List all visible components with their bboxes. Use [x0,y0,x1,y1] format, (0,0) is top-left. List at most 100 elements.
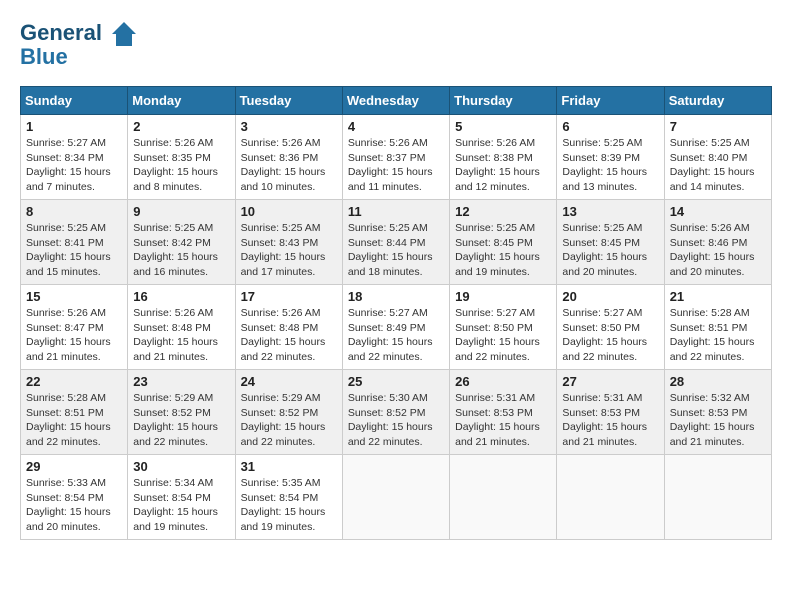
col-header-thursday: Thursday [450,87,557,115]
calendar-cell: 3Sunrise: 5:26 AM Sunset: 8:36 PM Daylig… [235,115,342,200]
calendar-cell: 21 Sunrise: 5:28 AM Sunset: 8:51 PM Dayli… [664,285,771,370]
day-info: Sunrise: 5:31 AM Sunset: 8:53 PM Dayligh… [562,391,658,450]
calendar-cell: 25 Sunrise: 5:30 AM Sunset: 8:52 PM Dayli… [342,370,449,455]
col-header-wednesday: Wednesday [342,87,449,115]
calendar-cell: 14 Sunrise: 5:26 AM Sunset: 8:46 PM Dayli… [664,200,771,285]
col-header-friday: Friday [557,87,664,115]
calendar-cell: 1Sunrise: 5:27 AM Sunset: 8:34 PM Daylig… [21,115,128,200]
day-info: Sunrise: 5:28 AM Sunset: 8:51 PM Dayligh… [670,306,766,365]
col-header-tuesday: Tuesday [235,87,342,115]
day-number: 14 [670,204,766,219]
calendar-cell: 11 Sunrise: 5:25 AM Sunset: 8:44 PM Dayli… [342,200,449,285]
day-info: Sunrise: 5:26 AM Sunset: 8:37 PM Dayligh… [348,136,444,195]
day-info: Sunrise: 5:26 AM Sunset: 8:38 PM Dayligh… [455,136,551,195]
col-header-sunday: Sunday [21,87,128,115]
calendar-cell: 31 Sunrise: 5:35 AM Sunset: 8:54 PM Dayli… [235,455,342,540]
day-info: Sunrise: 5:25 AM Sunset: 8:42 PM Dayligh… [133,221,229,280]
logo-icon [110,20,138,48]
day-number: 28 [670,374,766,389]
day-info: Sunrise: 5:25 AM Sunset: 8:40 PM Dayligh… [670,136,766,195]
calendar-cell: 12 Sunrise: 5:25 AM Sunset: 8:45 PM Dayli… [450,200,557,285]
day-number: 2 [133,119,229,134]
calendar-cell: 2 Sunrise: 5:26 AM Sunset: 8:35 PM Daylig… [128,115,235,200]
calendar-cell [450,455,557,540]
day-info: Sunrise: 5:25 AM Sunset: 8:39 PM Dayligh… [562,136,658,195]
day-number: 6 [562,119,658,134]
day-info: Sunrise: 5:26 AM Sunset: 8:46 PM Dayligh… [670,221,766,280]
calendar-cell [664,455,771,540]
calendar-cell: 23 Sunrise: 5:29 AM Sunset: 8:52 PM Dayli… [128,370,235,455]
day-number: 31 [241,459,337,474]
day-info: Sunrise: 5:33 AM Sunset: 8:54 PM Dayligh… [26,476,122,535]
day-number: 24 [241,374,337,389]
calendar-cell: 5 Sunrise: 5:26 AM Sunset: 8:38 PM Daylig… [450,115,557,200]
week-row-3: 15 Sunrise: 5:26 AM Sunset: 8:47 PM Dayli… [21,285,772,370]
day-info: Sunrise: 5:34 AM Sunset: 8:54 PM Dayligh… [133,476,229,535]
calendar-cell: 13 Sunrise: 5:25 AM Sunset: 8:45 PM Dayli… [557,200,664,285]
day-number: 20 [562,289,658,304]
calendar-cell: 26 Sunrise: 5:31 AM Sunset: 8:53 PM Dayli… [450,370,557,455]
day-number: 10 [241,204,337,219]
week-row-5: 29 Sunrise: 5:33 AM Sunset: 8:54 PM Dayli… [21,455,772,540]
calendar-cell: 18 Sunrise: 5:27 AM Sunset: 8:49 PM Dayli… [342,285,449,370]
day-info: Sunrise: 5:26 AM Sunset: 8:35 PM Dayligh… [133,136,229,195]
day-number: 8 [26,204,122,219]
calendar-cell: 28 Sunrise: 5:32 AM Sunset: 8:53 PM Dayli… [664,370,771,455]
day-number: 13 [562,204,658,219]
calendar-cell: 8 Sunrise: 5:25 AM Sunset: 8:41 PM Daylig… [21,200,128,285]
day-number: 23 [133,374,229,389]
day-info: Sunrise: 5:27 AM Sunset: 8:49 PM Dayligh… [348,306,444,365]
calendar-cell: 20 Sunrise: 5:27 AM Sunset: 8:50 PM Dayli… [557,285,664,370]
day-number: 5 [455,119,551,134]
day-number: 15 [26,289,122,304]
day-number: 18 [348,289,444,304]
logo: General Blue [20,20,138,70]
day-number: 25 [348,374,444,389]
day-number: 26 [455,374,551,389]
calendar-cell: 15 Sunrise: 5:26 AM Sunset: 8:47 PM Dayli… [21,285,128,370]
day-number: 17 [241,289,337,304]
day-number: 29 [26,459,122,474]
day-info: Sunrise: 5:26 AM Sunset: 8:36 PM Dayligh… [241,136,337,195]
day-info: Sunrise: 5:32 AM Sunset: 8:53 PM Dayligh… [670,391,766,450]
day-number: 4 [348,119,444,134]
day-info: Sunrise: 5:25 AM Sunset: 8:45 PM Dayligh… [455,221,551,280]
day-number: 12 [455,204,551,219]
calendar-cell: 4 Sunrise: 5:26 AM Sunset: 8:37 PM Daylig… [342,115,449,200]
day-info: Sunrise: 5:30 AM Sunset: 8:52 PM Dayligh… [348,391,444,450]
calendar-cell: 22Sunrise: 5:28 AM Sunset: 8:51 PM Dayli… [21,370,128,455]
calendar-cell: 29 Sunrise: 5:33 AM Sunset: 8:54 PM Dayli… [21,455,128,540]
calendar-cell: 30Sunrise: 5:34 AM Sunset: 8:54 PM Dayli… [128,455,235,540]
column-headers: SundayMondayTuesdayWednesdayThursdayFrid… [21,87,772,115]
calendar-cell: 6 Sunrise: 5:25 AM Sunset: 8:39 PM Daylig… [557,115,664,200]
day-info: Sunrise: 5:26 AM Sunset: 8:47 PM Dayligh… [26,306,122,365]
day-info: Sunrise: 5:28 AM Sunset: 8:51 PM Dayligh… [26,391,122,450]
day-info: Sunrise: 5:27 AM Sunset: 8:50 PM Dayligh… [455,306,551,365]
day-number: 9 [133,204,229,219]
day-info: Sunrise: 5:25 AM Sunset: 8:45 PM Dayligh… [562,221,658,280]
day-number: 11 [348,204,444,219]
calendar-table: SundayMondayTuesdayWednesdayThursdayFrid… [20,86,772,540]
calendar-cell: 24Sunrise: 5:29 AM Sunset: 8:52 PM Dayli… [235,370,342,455]
calendar-cell: 10 Sunrise: 5:25 AM Sunset: 8:43 PM Dayli… [235,200,342,285]
day-info: Sunrise: 5:25 AM Sunset: 8:44 PM Dayligh… [348,221,444,280]
day-info: Sunrise: 5:26 AM Sunset: 8:48 PM Dayligh… [133,306,229,365]
day-info: Sunrise: 5:25 AM Sunset: 8:43 PM Dayligh… [241,221,337,280]
col-header-monday: Monday [128,87,235,115]
day-number: 7 [670,119,766,134]
week-row-2: 8 Sunrise: 5:25 AM Sunset: 8:41 PM Daylig… [21,200,772,285]
day-number: 27 [562,374,658,389]
day-info: Sunrise: 5:35 AM Sunset: 8:54 PM Dayligh… [241,476,337,535]
calendar-cell [342,455,449,540]
day-number: 19 [455,289,551,304]
day-info: Sunrise: 5:25 AM Sunset: 8:41 PM Dayligh… [26,221,122,280]
day-info: Sunrise: 5:27 AM Sunset: 8:34 PM Dayligh… [26,136,122,195]
calendar-cell: 27 Sunrise: 5:31 AM Sunset: 8:53 PM Dayli… [557,370,664,455]
day-info: Sunrise: 5:29 AM Sunset: 8:52 PM Dayligh… [133,391,229,450]
day-info: Sunrise: 5:31 AM Sunset: 8:53 PM Dayligh… [455,391,551,450]
day-info: Sunrise: 5:27 AM Sunset: 8:50 PM Dayligh… [562,306,658,365]
day-number: 21 [670,289,766,304]
calendar-cell: 9 Sunrise: 5:25 AM Sunset: 8:42 PM Daylig… [128,200,235,285]
col-header-saturday: Saturday [664,87,771,115]
day-info: Sunrise: 5:26 AM Sunset: 8:48 PM Dayligh… [241,306,337,365]
